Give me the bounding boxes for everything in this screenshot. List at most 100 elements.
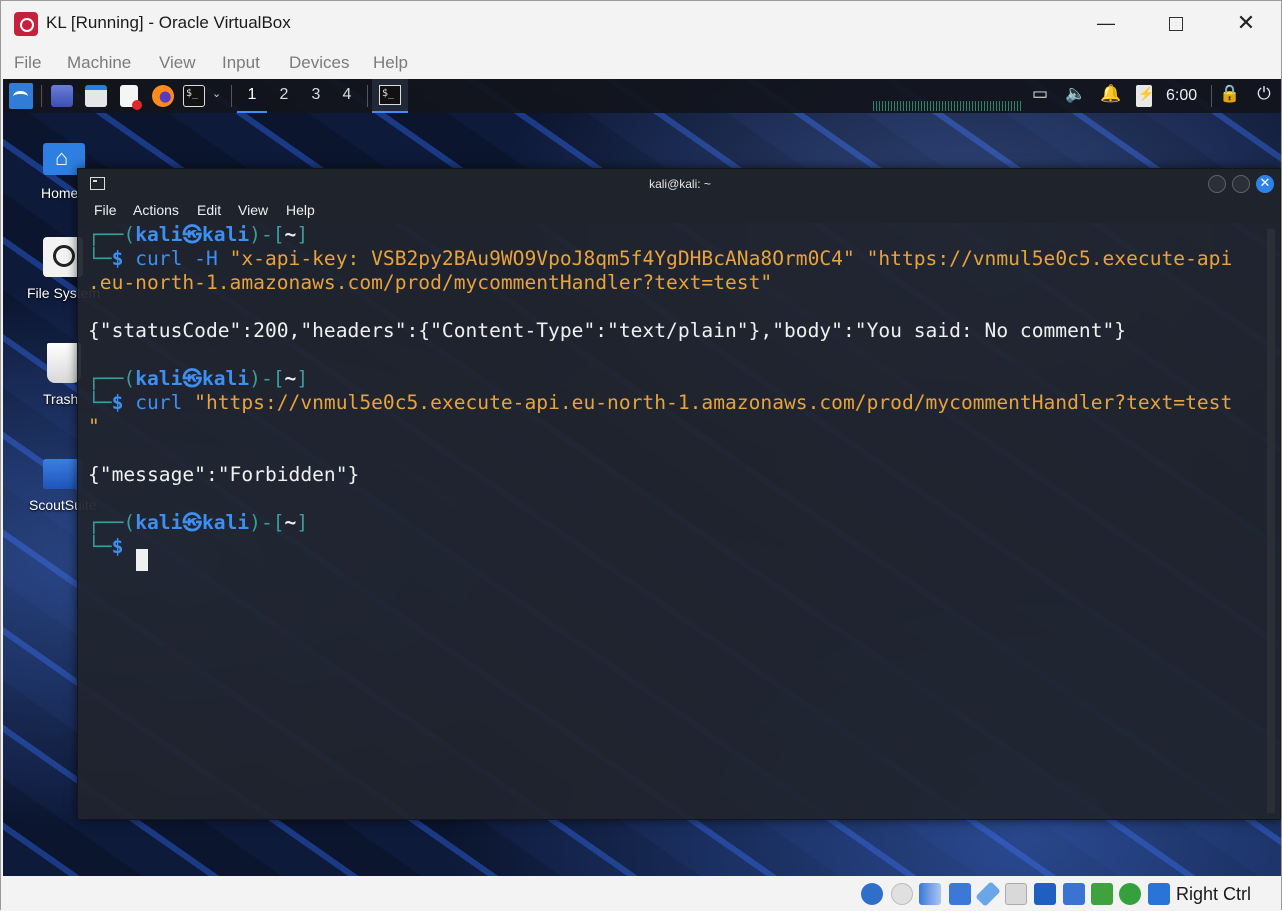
menu-devices[interactable]: Devices (289, 53, 349, 73)
prompt-at: ㉿ (182, 223, 202, 246)
chevron-down-icon[interactable]: ⌄ (212, 87, 221, 100)
terminal-icon: $_ (379, 85, 401, 105)
prompt-path: ~ (284, 511, 297, 534)
command-header-string: "x-api-key: VSB2py2BAu9WO9VpoJ8qm5f4YgDH… (229, 247, 855, 270)
network-icon[interactable] (949, 883, 971, 905)
hard-disk-icon[interactable] (861, 883, 883, 905)
close-button[interactable]: ✕ (1223, 7, 1269, 39)
text-editor-icon[interactable] (120, 85, 142, 110)
prompt-line: ┌──(kali㉿kali)-[~] (88, 511, 308, 535)
maximize-icon (1169, 17, 1183, 32)
terminal-menu-help[interactable]: Help (286, 202, 315, 218)
window-title: KL [Running] - Oracle VirtualBox (46, 13, 291, 32)
workspace-3[interactable]: 3 (301, 86, 331, 104)
file-manager-icon[interactable] (85, 85, 107, 107)
logout-icon[interactable]: ⏻ (1253, 84, 1275, 104)
prompt-path: ~ (284, 223, 297, 246)
command-flag: -H (194, 247, 218, 270)
lock-icon[interactable]: 🔒 (1219, 84, 1241, 104)
guest-screen[interactable]: $_ ⌄ 1 2 3 4 $_ ▭ 🔈 🔔 6:00 🔒 ⏻ Home (3, 79, 1281, 876)
terminal-title-bar[interactable]: kali@kali: ~ ✕ (78, 169, 1280, 197)
minimize-button[interactable]: — (1083, 7, 1129, 39)
prompt-dollar: $ (111, 391, 124, 414)
trash-icon (47, 343, 81, 383)
terminal-output[interactable]: ┌──(kali㉿kali)-[~] └─$ curl -H "x-api-ke… (88, 223, 1258, 813)
prompt-box: )-[ (249, 223, 285, 246)
command-line: └─$ curl -H "x-api-key: VSB2py2BAu9WO9Vp… (88, 247, 1232, 271)
terminal-scrollbar[interactable] (1267, 229, 1275, 813)
prompt-dollar: $ (111, 535, 124, 558)
title-bar: KL [Running] - Oracle VirtualBox — ✕ (1, 1, 1281, 45)
menu-file[interactable]: File (14, 53, 41, 73)
host-key-label: Right Ctrl (1176, 884, 1252, 904)
terminal-window[interactable]: kali@kali: ~ ✕ File Actions Edit View He… (77, 168, 1281, 820)
shared-folders-icon[interactable] (1005, 883, 1027, 905)
prompt-box: ┌──( (88, 367, 136, 390)
prompt-path: ~ (284, 367, 297, 390)
prompt-at: ㉿ (182, 367, 202, 390)
command-wrap-line: .eu-north-1.amazonaws.com/prod/mycomment… (88, 271, 773, 294)
prompt-box: ┌──( (88, 511, 136, 534)
clock[interactable]: 6:00 (1166, 87, 1197, 105)
terminal-minimize-button[interactable] (1208, 175, 1226, 193)
terminal-menu-file[interactable]: File (94, 202, 117, 218)
menu-view[interactable]: View (159, 53, 196, 73)
recording-icon[interactable] (1063, 883, 1085, 905)
command-output: {"statusCode":200,"headers":{"Content-Ty… (88, 319, 1127, 342)
volume-icon[interactable]: 🔈 (1065, 84, 1087, 104)
optical-drive-icon[interactable] (891, 883, 913, 905)
kali-menu-icon[interactable] (9, 83, 33, 109)
terminal-menu-actions[interactable]: Actions (133, 202, 179, 218)
show-desktop-icon[interactable] (51, 85, 73, 107)
prompt-box: └─ (88, 535, 112, 558)
prompt-user: kali (135, 223, 183, 246)
menu-input[interactable]: Input (222, 53, 260, 73)
keyboard-icon[interactable] (1148, 883, 1170, 905)
display-icon[interactable]: ▭ (1029, 84, 1051, 104)
panel-separator (1211, 85, 1212, 107)
terminal-menu-view[interactable]: View (238, 202, 268, 218)
prompt-host: kali (201, 511, 250, 534)
terminal-close-button[interactable]: ✕ (1256, 175, 1274, 193)
maximize-button[interactable] (1153, 7, 1199, 39)
prompt-line: ┌──(kali㉿kali)-[~] (88, 223, 308, 247)
command-wrap-line: " (88, 415, 100, 438)
vbox-menu-bar: File Machine View Input Devices Help (1, 45, 1281, 79)
prompt-box: ] (296, 511, 309, 534)
kali-top-panel: $_ ⌄ 1 2 3 4 $_ ▭ 🔈 🔔 6:00 🔒 ⏻ (3, 79, 1281, 113)
terminal-menu-bar: File Actions Edit View Help (78, 197, 1280, 223)
prompt-box: └─ (88, 247, 112, 270)
panel-separator (41, 85, 42, 107)
workspace-2[interactable]: 2 (269, 86, 299, 104)
workspace-1[interactable]: 1 (237, 86, 267, 113)
prompt-box: )-[ (249, 511, 285, 534)
mouse-integration-icon[interactable] (1119, 883, 1141, 905)
terminal-menu-edit[interactable]: Edit (197, 202, 221, 218)
command-line: └─$ (88, 535, 123, 559)
power-icon[interactable] (1136, 85, 1154, 107)
menu-machine[interactable]: Machine (67, 53, 131, 73)
cpu-icon[interactable] (1091, 883, 1113, 905)
terminal-launcher-icon[interactable]: $_ (183, 85, 205, 107)
prompt-box: ] (296, 223, 309, 246)
firefox-icon[interactable] (152, 85, 174, 107)
workspace-4[interactable]: 4 (332, 86, 362, 104)
virtualbox-app-icon (14, 12, 38, 36)
menu-help[interactable]: Help (373, 53, 408, 73)
panel-separator (367, 85, 368, 107)
audio-icon[interactable] (919, 883, 941, 905)
prompt-box: └─ (88, 391, 112, 414)
usb-icon[interactable] (975, 881, 1001, 907)
command-url-string: "https://vnmul5e0c5.execute-api (866, 247, 1233, 270)
terminal-maximize-button[interactable] (1232, 175, 1250, 193)
desktop-icon-label: Home (41, 185, 79, 201)
taskbar-terminal-button[interactable]: $_ (372, 79, 408, 113)
prompt-user: kali (135, 367, 183, 390)
prompt-user: kali (135, 511, 183, 534)
display-icon[interactable] (1034, 883, 1056, 905)
prompt-dollar: $ (111, 247, 124, 270)
prompt-line: ┌──(kali㉿kali)-[~] (88, 367, 308, 391)
command-name: curl (135, 391, 183, 414)
bell-icon[interactable]: 🔔 (1100, 84, 1122, 104)
vbox-status-bar: Right Ctrl (1, 877, 1281, 911)
